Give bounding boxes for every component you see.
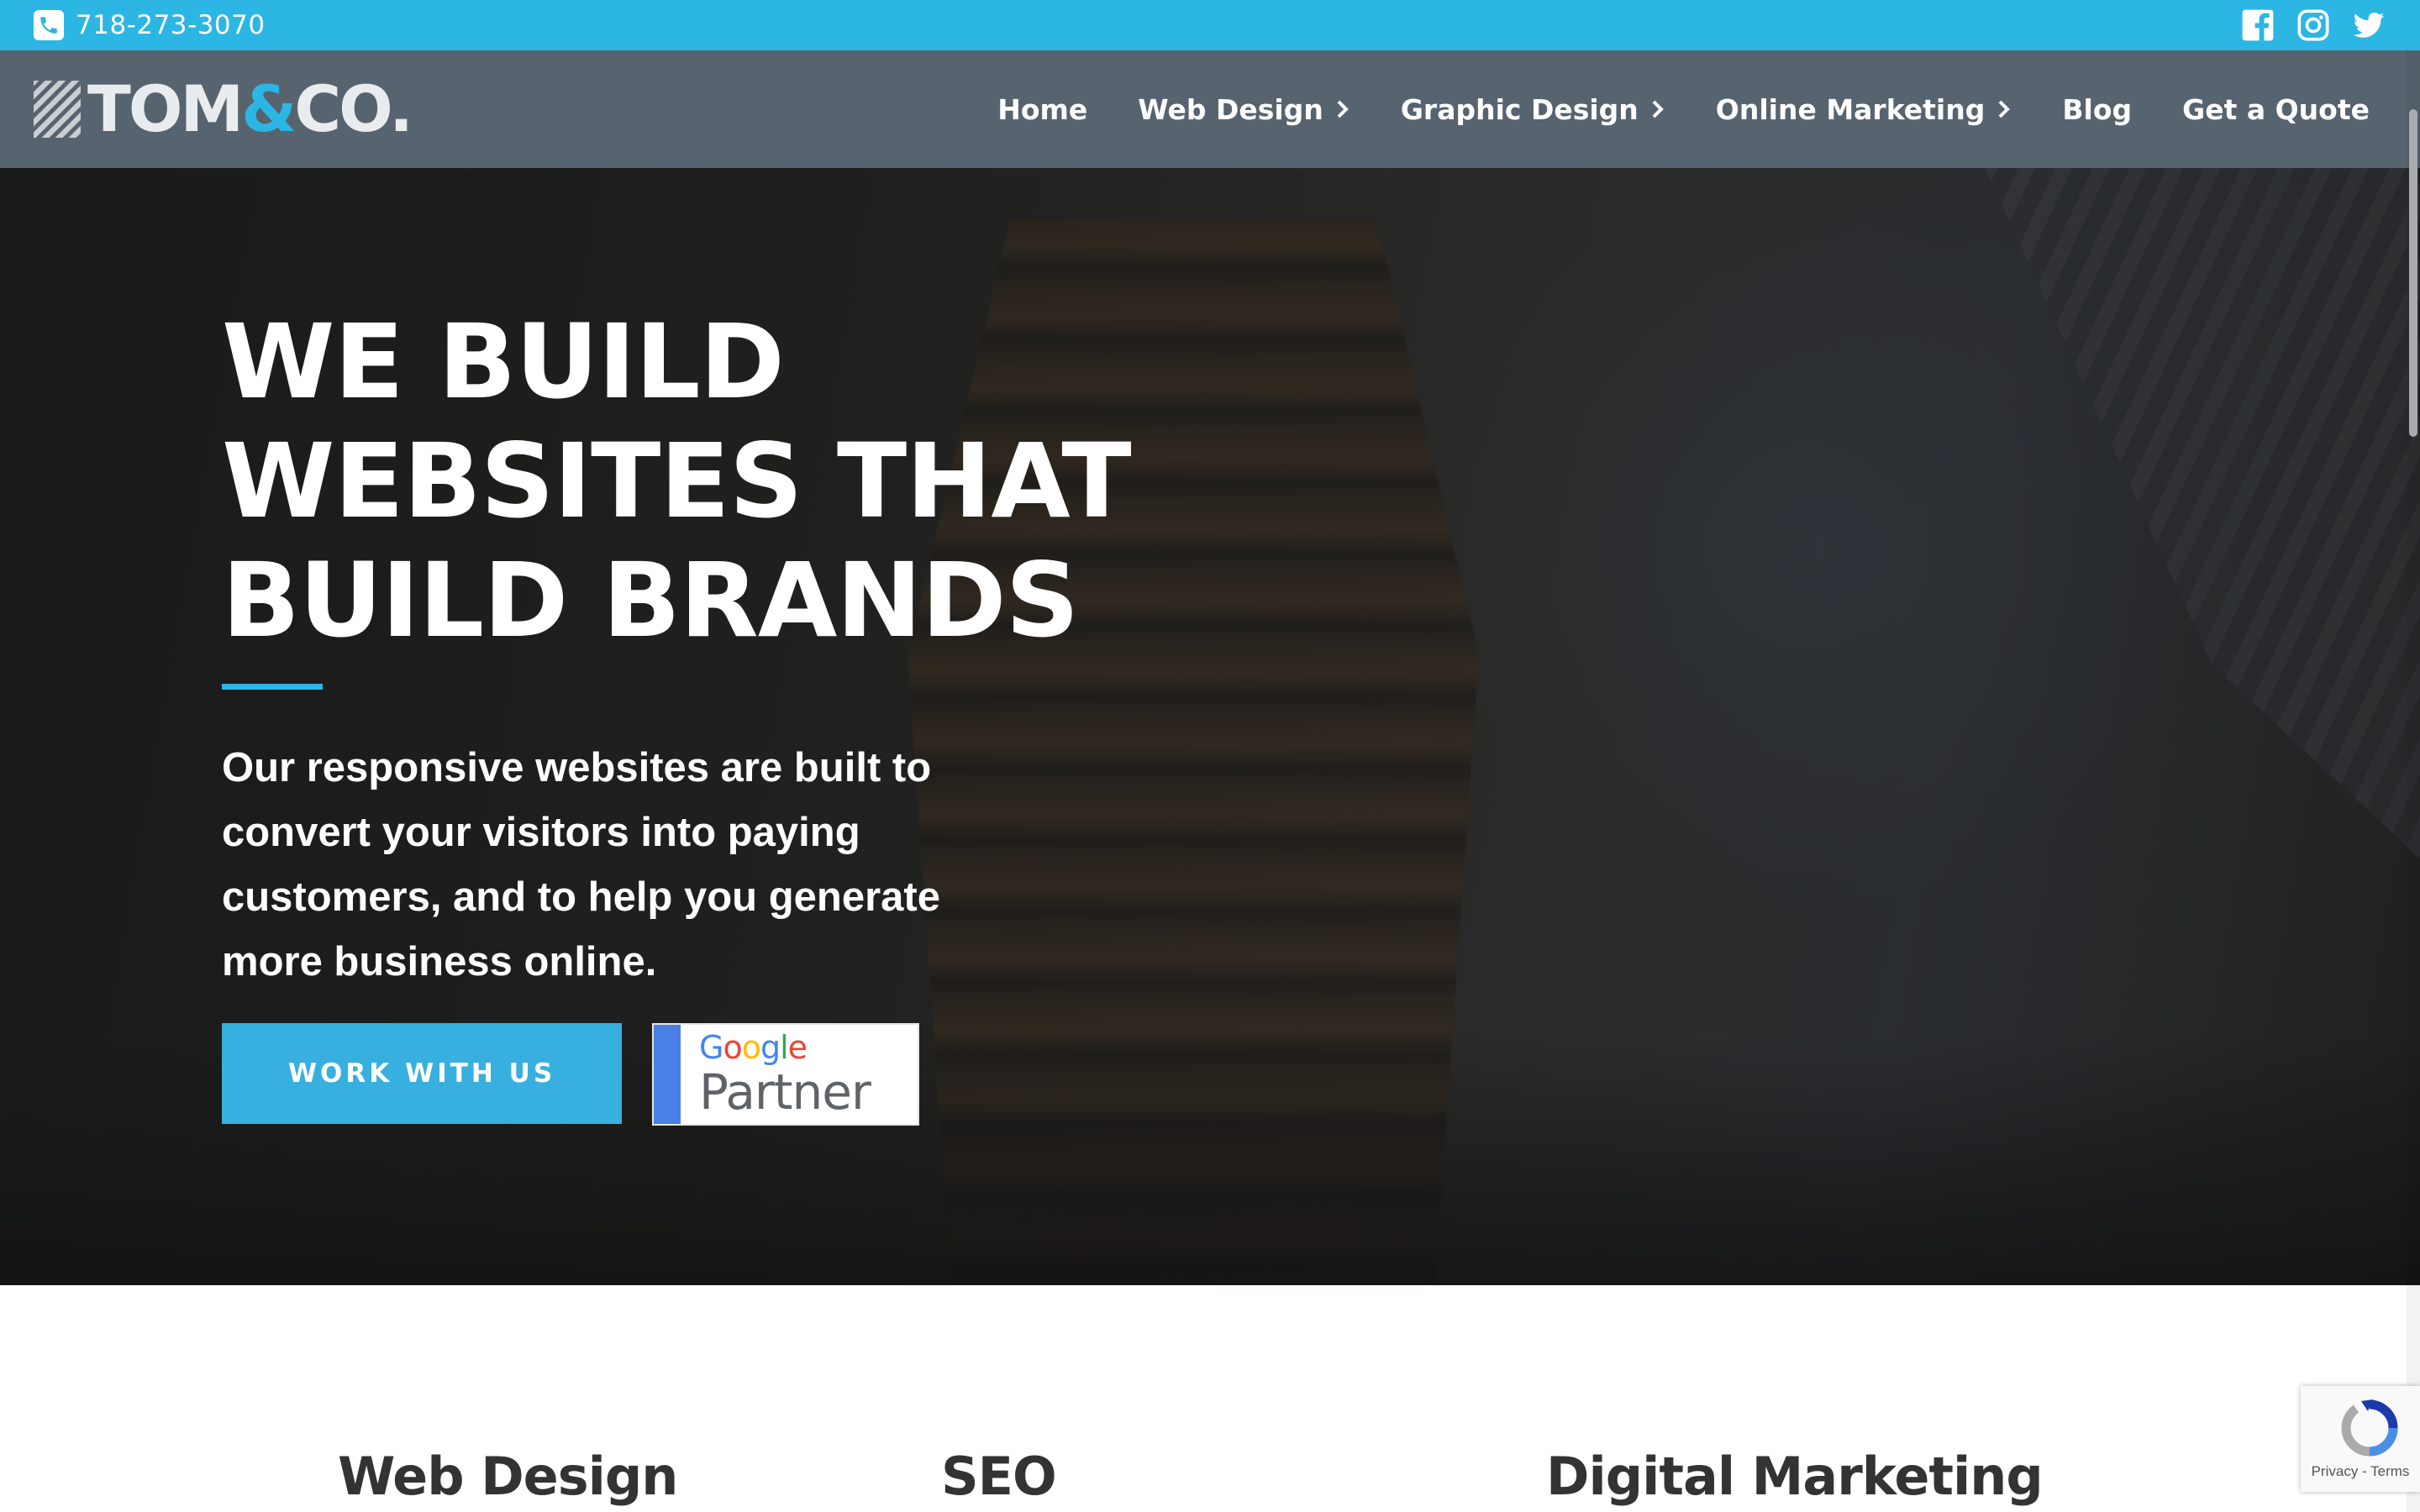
page-scrollbar[interactable] (2407, 50, 2420, 1512)
logo-wordmark: TOM&CO. (87, 71, 413, 146)
phone-contact[interactable]: 718-273-3070 (34, 0, 266, 50)
hero-headline: WE BUILD WEBSITES THAT BUILD BRANDS (222, 302, 1132, 660)
instagram-icon[interactable] (2296, 8, 2331, 43)
nav-menu: Home Web Design Graphic Design Online Ma… (997, 50, 2370, 168)
top-bar: 718-273-3070 (0, 0, 2420, 50)
recaptcha-links[interactable]: Privacy - Terms (2301, 1463, 2420, 1480)
google-partner-badge[interactable]: Google Partner (652, 1023, 919, 1126)
google-logo-text: Google (699, 1029, 808, 1066)
service-heading-web-design: Web Design (338, 1446, 678, 1507)
site-logo[interactable]: TOM&CO. (34, 71, 413, 146)
work-with-us-button[interactable]: WORK WITH US (222, 1023, 622, 1124)
facebook-icon[interactable] (2240, 8, 2275, 43)
main-navbar: TOM&CO. Home Web Design Graphic Design O… (0, 50, 2420, 168)
recaptcha-icon (2341, 1399, 2398, 1457)
chevron-right-icon (1998, 100, 2011, 118)
nav-item-get-a-quote[interactable]: Get a Quote (2182, 93, 2370, 126)
headline-accent-divider (222, 684, 323, 690)
social-links (2240, 0, 2386, 50)
chevron-right-icon (1652, 100, 1664, 118)
hero-subtext: Our responsive websites are built to con… (222, 745, 940, 984)
service-heading-digital-marketing: Digital Marketing (1546, 1446, 2044, 1507)
nav-item-home[interactable]: Home (997, 93, 1087, 126)
nav-item-blog[interactable]: Blog (2062, 93, 2132, 126)
nav-item-graphic-design[interactable]: Graphic Design (1401, 93, 1665, 126)
twitter-icon[interactable] (2351, 8, 2386, 43)
hero-section: WE BUILD WEBSITES THAT BUILD BRANDS Our … (0, 168, 2420, 1285)
recaptcha-badge[interactable]: Privacy - Terms (2301, 1386, 2420, 1492)
google-partner-badge-bar (654, 1025, 681, 1124)
scrollbar-thumb[interactable] (2409, 109, 2417, 437)
partner-text: Partner (699, 1063, 871, 1121)
nav-item-online-marketing[interactable]: Online Marketing (1716, 93, 2012, 126)
nav-item-web-design[interactable]: Web Design (1138, 93, 1350, 126)
service-heading-seo: SEO (941, 1446, 1057, 1507)
chevron-right-icon (1337, 100, 1349, 118)
phone-icon (34, 10, 64, 40)
phone-number[interactable]: 718-273-3070 (76, 10, 266, 40)
logo-stripes-icon (34, 81, 81, 138)
